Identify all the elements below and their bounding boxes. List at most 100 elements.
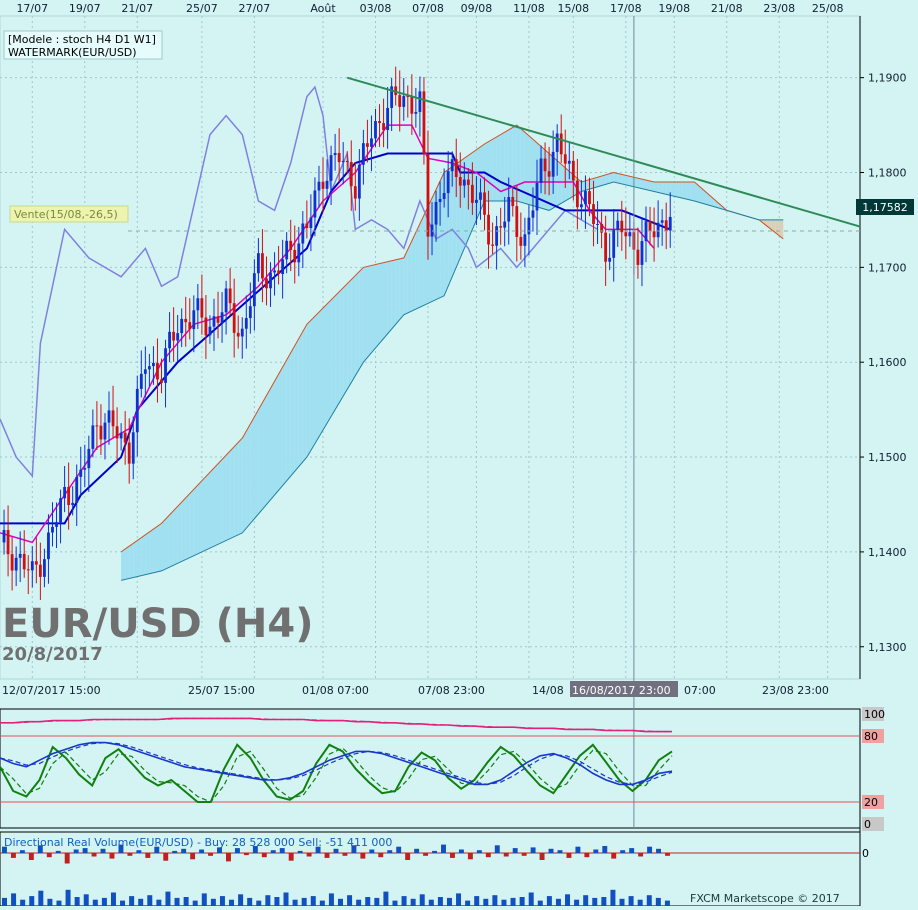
candle-body bbox=[309, 217, 313, 229]
directional-volume-bar bbox=[163, 853, 169, 861]
bottom-date-label: 07:00 bbox=[684, 684, 716, 697]
real-volume-bar bbox=[610, 889, 616, 906]
directional-volume-bar bbox=[450, 853, 455, 858]
candle-body bbox=[454, 159, 458, 177]
candle-body bbox=[483, 192, 486, 215]
cloud-segment bbox=[298, 331, 303, 467]
candle-body bbox=[475, 199, 478, 203]
real-volume-bar bbox=[274, 897, 280, 906]
candle-body bbox=[644, 221, 648, 242]
candle-body bbox=[164, 348, 167, 383]
directional-volume-bar bbox=[19, 850, 25, 853]
real-volume-bar bbox=[392, 900, 398, 906]
candle-body bbox=[71, 502, 75, 506]
directional-volume-bar bbox=[181, 848, 187, 853]
cloud-segment bbox=[593, 177, 598, 188]
candle-body bbox=[640, 241, 644, 265]
directional-volume-bar bbox=[405, 853, 411, 860]
real-volume-bar bbox=[265, 895, 271, 906]
real-volume-bar bbox=[474, 896, 480, 906]
candle-body bbox=[341, 160, 345, 163]
candle-body bbox=[216, 316, 220, 323]
real-volume-bar bbox=[219, 896, 225, 906]
candle-body bbox=[370, 138, 373, 147]
directional-volume-bar bbox=[136, 850, 142, 853]
directional-volume-bar bbox=[297, 850, 303, 853]
real-volume-bar bbox=[301, 897, 307, 906]
candle-body bbox=[382, 123, 385, 131]
bottom-date-label: 25/07 15:00 bbox=[188, 684, 255, 697]
real-volume-bar bbox=[637, 899, 643, 906]
candle-body bbox=[79, 469, 83, 477]
cloud-segment bbox=[674, 181, 679, 198]
real-volume-bar bbox=[565, 894, 571, 906]
cloud-segment bbox=[335, 291, 340, 410]
real-volume-bar bbox=[546, 896, 552, 906]
cloud-segment bbox=[177, 502, 182, 564]
cloud-segment bbox=[436, 181, 441, 300]
cloud-segment bbox=[561, 164, 566, 204]
directional-volume-bar bbox=[208, 853, 214, 856]
candle-body bbox=[152, 362, 155, 367]
candle-body bbox=[87, 448, 91, 469]
real-volume-bar bbox=[56, 900, 62, 906]
current-price: 1,17582 bbox=[862, 201, 908, 214]
directional-volume-bar bbox=[539, 853, 545, 860]
directional-volume-bar bbox=[324, 853, 330, 858]
real-volume-bar bbox=[328, 893, 334, 906]
candle-body bbox=[200, 298, 204, 318]
cloud-segment bbox=[274, 374, 279, 495]
real-volume-bar bbox=[138, 898, 144, 906]
cloud-segment bbox=[213, 463, 219, 547]
candle-body bbox=[281, 259, 285, 275]
cloud-segment bbox=[637, 178, 642, 189]
cloud-segment bbox=[226, 450, 231, 541]
cloud-segment bbox=[355, 271, 360, 376]
watermark-date: 20/8/2017 bbox=[2, 644, 103, 665]
cloud-segment bbox=[230, 446, 235, 539]
candle-body bbox=[620, 220, 624, 233]
bottom-date-label: 07/08 23:00 bbox=[418, 684, 485, 697]
real-volume-bar bbox=[510, 897, 516, 906]
real-volume-bar bbox=[165, 891, 171, 906]
real-volume-bar bbox=[83, 894, 89, 906]
cloud-segment bbox=[310, 316, 315, 451]
candle-body bbox=[18, 553, 22, 558]
real-volume-bar bbox=[47, 898, 53, 906]
directional-volume-bar bbox=[647, 846, 653, 853]
cloud-segment bbox=[609, 172, 614, 184]
candle-body bbox=[269, 272, 272, 289]
candle-body bbox=[232, 303, 236, 333]
cloud-segment bbox=[133, 540, 138, 578]
directional-volume-bar bbox=[360, 853, 366, 859]
candle-body bbox=[184, 318, 188, 323]
candle-body bbox=[139, 373, 143, 389]
candle-body bbox=[462, 179, 466, 186]
cloud-segment bbox=[347, 279, 352, 390]
cloud-segment bbox=[666, 181, 671, 196]
stoch-tick-label: 100 bbox=[864, 708, 885, 721]
candle-body bbox=[208, 326, 212, 336]
candle-body bbox=[47, 532, 50, 560]
cloud-segment bbox=[185, 493, 190, 560]
cloud-segment bbox=[137, 537, 142, 577]
bottom-date-label: 12/07/2017 15:00 bbox=[2, 684, 101, 697]
chart-svg: 17/07 19/07 21/07 25/07 27/07 Août 03/08 07/08 0… bbox=[0, 0, 918, 907]
candle-body bbox=[168, 331, 171, 349]
directional-volume-bar bbox=[611, 853, 617, 859]
cloud-segment bbox=[278, 366, 283, 491]
candle-body bbox=[240, 328, 244, 337]
candle-body bbox=[156, 362, 159, 380]
real-volume-bar bbox=[110, 892, 116, 906]
candle-body bbox=[555, 133, 559, 152]
real-volume-bar bbox=[655, 897, 661, 906]
top-date-label: 15/08 bbox=[557, 2, 589, 15]
stoch-tick-label: 0 bbox=[864, 818, 871, 831]
candle-body bbox=[67, 486, 71, 506]
directional-volume-bar bbox=[521, 853, 527, 856]
directional-volume-bar bbox=[369, 849, 375, 853]
cloud-segment bbox=[282, 359, 287, 486]
real-volume-bar bbox=[283, 892, 289, 906]
directional-volume-bar bbox=[127, 853, 133, 856]
directional-volume-bar bbox=[548, 848, 554, 853]
